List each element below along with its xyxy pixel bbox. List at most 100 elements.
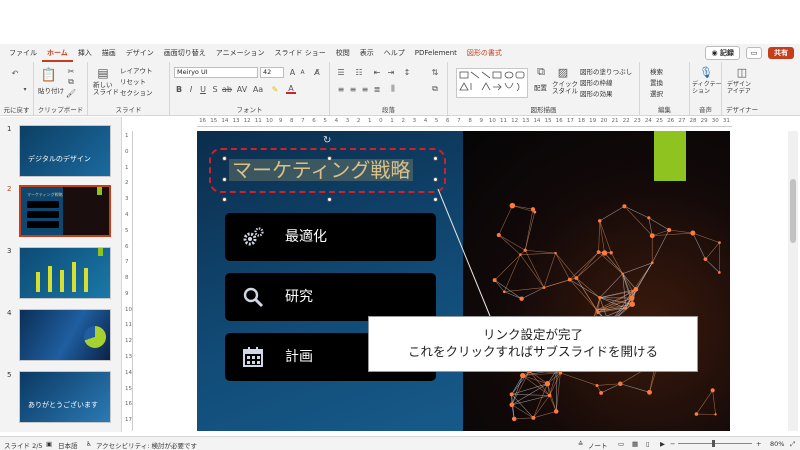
change-case-icon[interactable]: Aa [252, 84, 264, 94]
tab-view[interactable]: 表示 [355, 44, 379, 62]
menu-item-optimize[interactable]: 最適化 [225, 213, 436, 261]
columns-icon[interactable]: ⫼ [388, 84, 398, 94]
font-size-select[interactable]: 42 [260, 67, 284, 78]
decrease-indent-icon[interactable]: ⇤ [372, 67, 382, 77]
tab-slideshow[interactable]: スライド ショー [270, 44, 331, 62]
resize-handle[interactable] [222, 197, 227, 202]
slide-thumbnail-3[interactable] [19, 247, 111, 299]
accessibility-icon[interactable]: ♿ [86, 440, 92, 448]
tab-home[interactable]: ホーム [42, 44, 73, 62]
grow-font-icon[interactable]: A [288, 67, 297, 77]
strikethrough-icon[interactable]: ab [222, 84, 232, 94]
design-ideas-button[interactable]: デザイン アイデア [727, 81, 751, 95]
resize-handle[interactable] [327, 197, 332, 202]
shrink-font-icon[interactable]: A [298, 67, 307, 77]
arrange-icon[interactable]: ⧉ [534, 65, 548, 79]
slide-thumbnail-4[interactable] [19, 309, 111, 361]
reset-button[interactable]: リセット [120, 76, 146, 86]
font-color-icon[interactable]: A [286, 84, 296, 94]
replace-button[interactable]: 置換 [650, 77, 663, 87]
spellcheck-icon[interactable]: ▣ [46, 440, 52, 448]
tab-insert[interactable]: 挿入 [73, 44, 97, 62]
shape-outline-button[interactable]: 図形の枠線 [580, 77, 613, 87]
zoom-level[interactable]: 80% [770, 440, 784, 448]
slideshow-view-icon[interactable]: ▶ [660, 440, 665, 448]
tab-pdfelement[interactable]: PDFelement [410, 44, 462, 62]
smartart-icon[interactable]: ⧉ [430, 84, 440, 94]
scrollbar-thumb[interactable] [790, 179, 796, 243]
vertical-ruler[interactable]: 1 0 1 2 3 4 5 6 7 8 9 10 11 12 13 14 15 16 17 [124, 131, 133, 431]
design-ideas-icon[interactable]: ◫ [735, 65, 749, 79]
find-button[interactable]: 検索 [650, 66, 663, 76]
section-button[interactable]: セクション [120, 87, 153, 97]
fit-to-window-icon[interactable]: ⤢ [790, 440, 795, 449]
copy-icon[interactable]: ⧉ [66, 77, 76, 87]
shadow-icon[interactable]: S [210, 84, 220, 94]
tab-design[interactable]: デザイン [121, 44, 159, 62]
comments-button[interactable]: ▭ [746, 47, 762, 59]
new-slide-icon[interactable]: ▤ [94, 65, 112, 81]
underline-icon[interactable]: U [198, 84, 208, 94]
format-painter-icon[interactable]: 🖌 [66, 88, 76, 98]
dictate-button[interactable]: ディクテー ション [692, 81, 722, 95]
tab-review[interactable]: 校閲 [331, 44, 355, 62]
align-center-icon[interactable]: ≡ [348, 84, 358, 94]
tab-help[interactable]: ヘルプ [379, 44, 410, 62]
zoom-slider[interactable] [678, 443, 752, 444]
chevron-down-icon[interactable]: ▾ [20, 84, 30, 94]
rotate-handle-icon[interactable]: ↻ [323, 135, 331, 146]
undo-icon[interactable]: ↶ [8, 66, 22, 80]
quick-styles-icon[interactable]: ▨ [556, 65, 570, 79]
highlight-icon[interactable]: ✎ [270, 84, 280, 94]
cut-icon[interactable]: ✂ [66, 66, 76, 76]
numbering-icon[interactable]: ☷ [354, 67, 364, 77]
align-right-icon[interactable]: ≡ [360, 84, 370, 94]
slide-thumbnail-5[interactable]: ありがとうございます [19, 371, 111, 423]
resize-handle[interactable] [433, 197, 438, 202]
increase-indent-icon[interactable]: ⇥ [386, 67, 396, 77]
normal-view-icon[interactable]: ▭ [618, 440, 624, 448]
align-left-icon[interactable]: ≡ [336, 84, 346, 94]
zoom-slider-knob[interactable] [712, 440, 715, 447]
bullets-icon[interactable]: ☰ [336, 67, 346, 77]
select-button[interactable]: 選択 [650, 88, 663, 98]
paste-icon[interactable]: 📋 [40, 66, 58, 84]
paste-label[interactable]: 貼り付け [38, 85, 64, 95]
shape-effects-button[interactable]: 図形の効果 [580, 88, 613, 98]
tab-shape-format[interactable]: 図形の書式 [462, 44, 507, 62]
text-direction-icon[interactable]: ⇅ [430, 67, 440, 77]
tab-draw[interactable]: 描画 [97, 44, 121, 62]
microphone-icon[interactable]: 🎙 [699, 65, 713, 79]
layout-button[interactable]: レイアウト [120, 65, 153, 75]
shapes-gallery[interactable] [456, 68, 528, 98]
slide-thumbnail-2[interactable]: マーケティング戦略 [19, 185, 111, 237]
justify-icon[interactable]: ≣ [372, 84, 382, 94]
slide-sorter-icon[interactable]: ▦ [632, 440, 638, 448]
tab-animations[interactable]: アニメーション [211, 44, 270, 62]
quick-styles-button[interactable]: クイック スタイル [552, 81, 578, 95]
italic-icon[interactable]: I [186, 84, 196, 94]
language-indicator[interactable]: 日本語 [58, 440, 78, 450]
menu-item-research[interactable]: 研究 [225, 273, 436, 321]
horizontal-ruler[interactable]: 16 15 14 13 12 11 10 9 8 7 6 5 4 3 2 1 0 1 2 3 4 5 6 7 8 9 10 11 12 1… [197, 117, 732, 127]
vertical-scrollbar[interactable] [788, 131, 798, 431]
clear-format-icon[interactable]: A̸ [312, 67, 322, 77]
zoom-out-icon[interactable]: − [670, 440, 675, 448]
slide-thumbnail-1[interactable]: デジタルのデザイン [19, 125, 111, 177]
accessibility-status[interactable]: アクセシビリティ: 検討が必要です [96, 440, 197, 450]
notes-button[interactable]: ノート [588, 440, 608, 450]
reading-view-icon[interactable]: ▯ [646, 440, 650, 448]
arrange-button[interactable]: 配置 [534, 82, 547, 92]
share-button[interactable]: 共有 [768, 47, 794, 59]
font-name-select[interactable]: Meiryo UI [174, 67, 258, 78]
notes-icon[interactable]: ≙ [578, 440, 583, 448]
bold-icon[interactable]: B [174, 84, 184, 94]
tab-file[interactable]: ファイル [4, 44, 42, 62]
zoom-in-icon[interactable]: + [756, 440, 761, 448]
shape-fill-button[interactable]: 図形の塗りつぶし [580, 66, 632, 76]
new-slide-label[interactable]: 新しい スライド [93, 82, 119, 96]
record-button[interactable]: ◉ 記録 [705, 46, 740, 60]
char-spacing-icon[interactable]: AV [236, 84, 248, 94]
tab-transitions[interactable]: 画面切り替え [159, 44, 211, 62]
line-spacing-icon[interactable]: ↕ [402, 67, 412, 77]
